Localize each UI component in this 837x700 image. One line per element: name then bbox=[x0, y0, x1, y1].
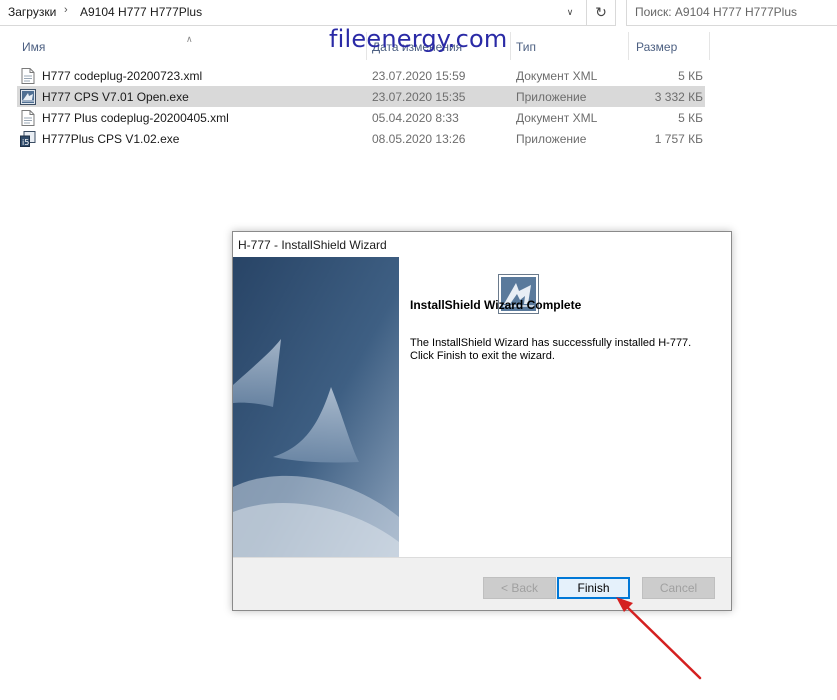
annotation-arrow-icon bbox=[616, 597, 702, 680]
